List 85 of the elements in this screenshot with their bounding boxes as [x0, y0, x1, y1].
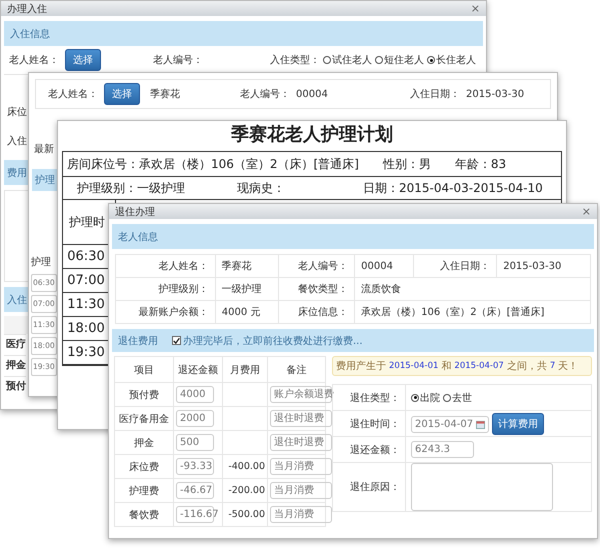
select-button[interactable]: 选择	[65, 49, 101, 71]
field-label: 入住	[6, 134, 27, 149]
highlighted-value: 2015-04-07	[454, 361, 504, 371]
field-label: 退还金额：	[332, 436, 406, 462]
refund-field[interactable]: 4000	[176, 386, 214, 403]
field-label: 退住原因：	[332, 462, 406, 512]
radio-option[interactable]: 长住老人	[427, 53, 476, 67]
table-cell: 预付费	[114, 382, 174, 406]
section-header: 老人信息	[112, 224, 594, 249]
highlighted-value: 7	[550, 361, 556, 371]
plan-title: 季赛花老人护理计划	[230, 123, 394, 147]
column-header: 项目	[114, 356, 174, 382]
field-label: 床位信息：	[278, 300, 355, 324]
radio-option[interactable]: 出院	[411, 390, 440, 404]
field-label: 入住日期：	[414, 254, 497, 278]
date-field[interactable]: 2015-04-07	[411, 416, 490, 432]
field-label: 老人姓名：	[8, 54, 59, 67]
field-label: 老人编号：	[239, 88, 290, 101]
radio-option[interactable]: 试住老人	[323, 53, 372, 67]
table-cell: -500.00	[228, 509, 265, 520]
field-label: 护理级别：	[116, 278, 216, 300]
field-label: 老人姓名：	[116, 254, 216, 278]
field-value: 4000 元	[215, 300, 279, 324]
table-cell: 床位费	[114, 454, 174, 478]
notice-text: 天！	[558, 360, 578, 373]
field-value: 季赛花	[215, 254, 279, 278]
field-label: 退住类型：	[332, 384, 406, 410]
calculate-button[interactable]: 计算费用	[492, 412, 544, 434]
column-header: 备注	[268, 356, 326, 382]
field-label: 入住类型：	[269, 54, 320, 67]
table-cell: -400.00	[228, 461, 265, 472]
refund-field[interactable]: -46.67	[176, 482, 214, 499]
note-field[interactable]: 退住时退费	[270, 434, 332, 451]
close-button[interactable]: ×	[470, 2, 480, 15]
refund-field[interactable]: 500	[176, 434, 214, 451]
field-value: 2015-03-30	[465, 88, 526, 100]
notice-text: 之间，共	[506, 360, 547, 373]
note-field[interactable]: 当月消费	[270, 482, 332, 499]
radio-option[interactable]: 去世	[443, 390, 472, 404]
table-cell: -200.00	[228, 485, 265, 496]
field-label: 护理	[31, 256, 51, 270]
section-title: 退住费用	[118, 334, 158, 348]
field-value: 00004	[295, 88, 329, 100]
radio-option[interactable]: 短住老人	[375, 53, 424, 67]
field-label: 退住时间：	[332, 410, 406, 436]
amount-field[interactable]: 6243.3	[411, 441, 474, 458]
table-cell: 押金	[114, 430, 174, 454]
table-cell: 餐饮费	[114, 502, 174, 526]
table-cell: 护理费	[114, 478, 174, 502]
highlighted-value: 2015-04-01	[389, 361, 438, 371]
note-field[interactable]: 退住时退费	[270, 410, 332, 427]
field-value: 流质饮食	[354, 278, 590, 300]
field-value: 2015-03-30	[496, 254, 590, 278]
field-label: 床位	[6, 106, 27, 120]
checkbox-label[interactable]: 办理完毕后，立即前往收费处进行缴费...	[183, 334, 363, 348]
column-header: 退还金额	[174, 356, 222, 382]
field-value: 一级护理	[215, 278, 279, 300]
note-field[interactable]: 当月消费	[270, 458, 332, 475]
field-value: 季赛花	[150, 88, 180, 101]
notice-text: 费用产生于	[336, 360, 386, 373]
table-cell: 预付	[4, 376, 26, 397]
field-value: 承欢居（楼）106（室）2（床）[普通床]	[354, 300, 590, 324]
field-label: 最新账户余额：	[116, 300, 216, 324]
window-title: 退住办理	[115, 206, 155, 218]
checkbox[interactable]	[172, 336, 181, 345]
note-field[interactable]: 当月消费	[270, 506, 332, 523]
field-label: 老人姓名：	[47, 88, 98, 101]
calendar-icon	[476, 420, 486, 428]
window-title: 办理入住	[7, 2, 47, 16]
notice-text: 和	[441, 360, 452, 373]
field-value: 00004	[354, 254, 414, 278]
table-cell: 医疗备用金	[114, 406, 174, 430]
field-label: 最新	[33, 142, 54, 157]
refund-field[interactable]: 2000	[176, 410, 214, 427]
field-label: 餐饮类型：	[278, 278, 355, 300]
select-button[interactable]: 选择	[104, 83, 140, 105]
close-button[interactable]: ×	[582, 205, 591, 218]
column-header: 月费用	[222, 356, 268, 382]
section-header: 入住信息	[4, 21, 483, 46]
refund-field[interactable]: -93.33	[176, 458, 214, 475]
field-label: 入住日期：	[409, 88, 460, 101]
table-cell: 押金	[4, 355, 26, 376]
field-label: 老人编号：	[152, 54, 203, 67]
field-label: 老人编号：	[278, 254, 355, 278]
table-cell: 医疗	[4, 334, 26, 355]
